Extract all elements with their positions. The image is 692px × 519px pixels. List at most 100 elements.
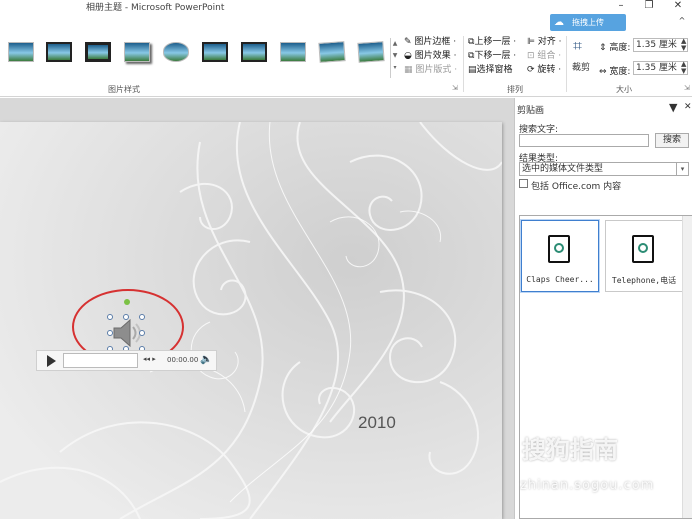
dialog-launcher-icon[interactable]: ⇲ [452,84,458,92]
cloud-icon: ☁ [554,17,564,28]
layout-icon: ▦ [404,65,413,75]
picture-style-thumb[interactable] [8,42,34,62]
picture-style-thumb[interactable] [202,42,228,62]
crop-icon: ⌗ [573,36,583,55]
seek-buttons[interactable]: ◂◂ ▸ [143,355,156,363]
group-icon: ⊡ [527,51,535,61]
chevron-down-icon: ▾ [676,163,688,175]
selection-pane-label: 选择窗格 [476,65,513,75]
picture-layout-button[interactable]: ▦ 图片版式 · [404,62,457,75]
group-separator [463,36,464,92]
resize-handle[interactable] [139,314,145,320]
rotation-handle[interactable] [124,299,130,305]
width-icon: ⇔ [599,67,607,77]
resize-handle[interactable] [139,330,145,336]
clip-results-list: Claps Cheer... Telephone,电话 [519,215,692,519]
restore-button[interactable]: ❐ [639,0,659,11]
clip-result-caption: Claps Cheer... [526,275,594,284]
crop-label: 裁剪 [572,63,591,73]
picture-style-thumb[interactable] [163,42,189,62]
minimize-button[interactable]: – [611,0,631,11]
clip-result-item[interactable]: Claps Cheer... [521,220,599,292]
dialog-launcher-icon[interactable]: ⇲ [684,84,690,92]
picture-style-thumb[interactable] [241,42,267,62]
align-icon: ⊫ [527,37,535,47]
picture-style-thumb[interactable] [280,42,306,62]
picture-style-thumb[interactable] [46,42,72,62]
volume-icon[interactable]: 🔈 [200,354,212,365]
crop-button[interactable]: ⌗ 裁剪 [571,36,593,76]
width-label: ⇔ 宽度: [599,64,630,77]
window-title: 相册主题 - Microsoft PowerPoint [86,3,225,13]
rotate-label: 旋转 · [537,65,562,75]
group-label: 组合 · [537,51,562,61]
selection-pane-icon: ▤ [468,65,477,75]
height-spinner[interactable]: ▲ ▼ [681,38,686,52]
audio-speaker-icon[interactable] [110,317,142,349]
audio-time: 00:00.00 [167,356,199,364]
group-button[interactable]: ⊡ 组合 · [527,48,561,61]
bring-forward-button[interactable]: ⧉上移一层 · [468,34,516,47]
width-label-text: 宽度: [609,67,631,77]
results-type-select[interactable]: 选中的媒体文件类型 ▾ [519,162,689,176]
pane-close-icon[interactable]: ✕ [684,102,692,112]
picture-layout-label: 图片版式 · [415,65,458,75]
resize-handle[interactable] [107,314,113,320]
ribbon-collapse-icon[interactable]: ^ [672,16,692,25]
media-file-icon [548,235,570,263]
search-button[interactable]: 搜索 [655,133,689,148]
size-group-label: 大小 [616,85,632,94]
width-input[interactable]: 1.35 厘米 [633,61,688,75]
include-office-label: 包括 Office.com 内容 [531,182,622,192]
include-office-checkbox[interactable] [519,179,528,188]
group-separator [566,36,567,92]
picture-style-thumb[interactable] [85,42,111,62]
bring-forward-label: 上移一层 · [474,37,517,47]
drag-upload-label: 拖拽上传 [572,18,604,27]
picture-style-thumb[interactable] [124,42,150,62]
title-bar: 相册主题 - Microsoft PowerPoint – ❐ ✕ [0,0,692,14]
slide-year-text[interactable]: 2010 [358,413,396,433]
results-scrollbar[interactable] [682,216,692,518]
picture-border-button[interactable]: ✎ 图片边框 · [404,34,456,47]
play-button[interactable] [47,355,56,367]
clip-art-header: 剪贴画 ▼ ✕ [515,100,692,116]
watermark-url: zhinan.sogou.com [520,478,655,493]
width-spinner[interactable]: ▲ ▼ [681,61,686,75]
picture-style-thumb[interactable] [318,41,346,63]
gallery-scroll-arrows[interactable]: ▲ ▼ ▾ [390,38,399,78]
results-type-value: 选中的媒体文件类型 [522,164,604,174]
align-label: 对齐 · [537,37,562,47]
picture-effects-button[interactable]: ◒ 图片效果 · [404,48,456,61]
effects-icon: ◒ [404,51,412,61]
watermark-logo: 搜狗指南 [522,436,618,464]
audio-player-bar: ◂◂ ▸ 00:00.00 🔈 [36,350,217,371]
pane-options-icon[interactable]: ▼ [669,101,677,114]
clip-result-caption: Telephone,电话 [611,276,677,285]
search-input[interactable] [519,134,649,147]
close-button[interactable]: ✕ [668,0,688,11]
rotate-icon: ⟳ [527,65,535,75]
pen-icon: ✎ [404,37,412,47]
clip-art-title: 剪贴画 [517,106,545,116]
resize-handle[interactable] [107,330,113,336]
audio-progress-track[interactable] [63,353,138,368]
media-file-icon [632,235,654,263]
rotate-button[interactable]: ⟳ 旋转 · [527,62,561,75]
align-button[interactable]: ⊫ 对齐 · [527,34,561,47]
height-input[interactable]: 1.35 厘米 [633,38,688,52]
height-icon: ⇕ [599,43,607,53]
clip-result-item[interactable]: Telephone,电话 [605,220,683,292]
picture-style-thumb[interactable] [357,41,385,63]
speaker-icon [113,318,141,348]
send-backward-button[interactable]: ⧉下移一层 · [468,48,516,61]
selection-pane-button[interactable]: ▤选择窗格 [468,62,513,75]
height-label: ⇕ 高度: [599,40,630,53]
drag-upload-button[interactable]: ☁ 拖拽上传 [550,14,626,31]
resize-handle[interactable] [123,314,129,320]
arrange-group-label: 排列 [507,85,523,94]
picture-effects-label: 图片效果 · [414,51,457,61]
picture-border-label: 图片边框 · [414,37,457,47]
send-backward-label: 下移一层 · [474,51,517,61]
picture-styles-group-label: 图片样式 [108,85,140,94]
